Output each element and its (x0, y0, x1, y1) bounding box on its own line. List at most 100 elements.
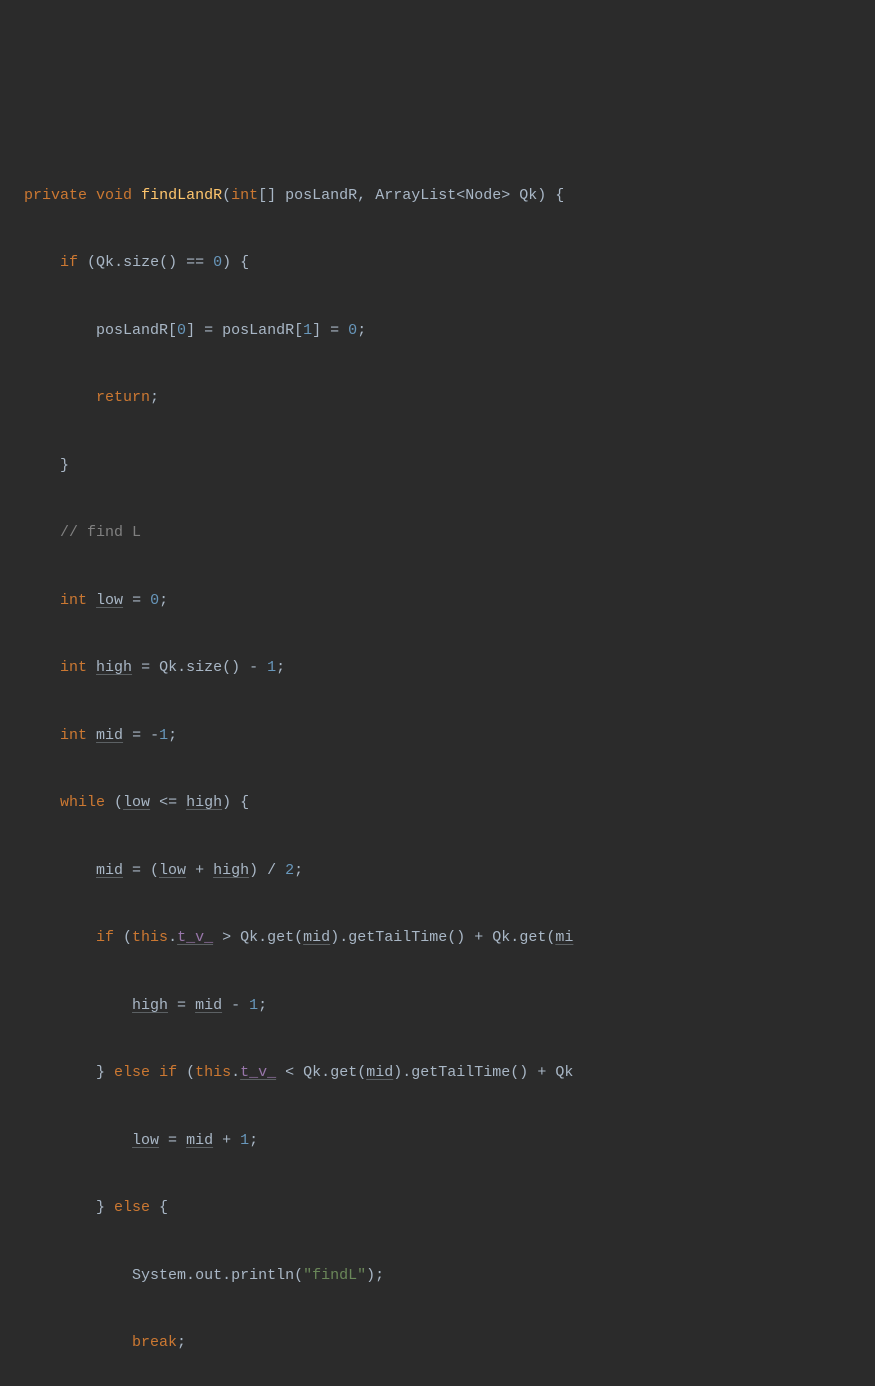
type-node: Node (465, 187, 501, 204)
close: ) { (537, 187, 564, 204)
code-line: while (low <= high) { (0, 786, 875, 820)
brace: } (96, 1064, 114, 1081)
bracket: [ (294, 322, 303, 339)
semi: ; (177, 1334, 186, 1351)
parens: () (222, 659, 240, 676)
class-system: System (132, 1267, 186, 1284)
var-qk-partial: Qk (555, 1064, 573, 1081)
var-mid-partial: mi (555, 929, 573, 946)
type-arraylist: ArrayList (375, 187, 456, 204)
paren: ( (105, 794, 123, 811)
plus: + (528, 1064, 555, 1081)
number: 0 (213, 254, 222, 271)
method-size: size (186, 659, 222, 676)
code-line: mid = (low + high) / 2; (0, 854, 875, 888)
brace: } (96, 1199, 114, 1216)
code-line: } (0, 449, 875, 483)
var-low: low (96, 592, 123, 609)
dot: . (258, 929, 267, 946)
assign: = (321, 322, 348, 339)
dot: . (339, 929, 348, 946)
method-get: get (267, 929, 294, 946)
semi: ; (294, 862, 303, 879)
type-int: int (231, 187, 258, 204)
number: 1 (159, 727, 168, 744)
comment: // find L (60, 524, 141, 541)
semi: ; (159, 592, 168, 609)
var-mid: mid (303, 929, 330, 946)
param-name: posLandR (285, 187, 357, 204)
string-literal: "findL" (303, 1267, 366, 1284)
dot: . (321, 1064, 330, 1081)
lt: < (456, 187, 465, 204)
code-line: private void findLandR(int[] posLandR, A… (0, 179, 875, 213)
dot: . (114, 254, 123, 271)
space (150, 1064, 159, 1081)
var-high: high (213, 862, 249, 879)
brace: } (60, 457, 69, 474)
code-line: } else { (0, 1191, 875, 1225)
code-line: return; (0, 381, 875, 415)
code-line: posLandR[0] = posLandR[1] = 0; (0, 314, 875, 348)
gt-op: > (213, 929, 240, 946)
keyword-int: int (60, 727, 87, 744)
method-get: get (330, 1064, 357, 1081)
paren: ( (294, 1267, 303, 1284)
keyword-int: int (60, 592, 87, 609)
field-tv: t_v_ (177, 929, 213, 946)
paren: ( (114, 929, 132, 946)
gt: > (501, 187, 510, 204)
var-high: high (186, 794, 222, 811)
number: 1 (240, 1132, 249, 1149)
minus: - (240, 659, 267, 676)
var-low: low (132, 1132, 159, 1149)
keyword-if: if (159, 1064, 177, 1081)
semi: ; (168, 727, 177, 744)
eq-op: == (177, 254, 213, 271)
paren: ( (357, 1064, 366, 1081)
number: 1 (267, 659, 276, 676)
semi: ; (276, 659, 285, 676)
assign: = (159, 1132, 186, 1149)
keyword-else: else (114, 1064, 150, 1081)
paren: ) (393, 1064, 402, 1081)
dot: . (222, 1267, 231, 1284)
number: 0 (177, 322, 186, 339)
var-low: low (159, 862, 186, 879)
number: 2 (285, 862, 294, 879)
var-low: low (123, 794, 150, 811)
code-line: low = mid + 1; (0, 1124, 875, 1158)
parens: () (159, 254, 177, 271)
assign: = ( (123, 862, 159, 879)
keyword-void: void (96, 187, 132, 204)
keyword-else: else (114, 1199, 150, 1216)
bracket: [ (168, 322, 177, 339)
number: 1 (249, 997, 258, 1014)
var-high: high (132, 997, 168, 1014)
param-name: Qk (519, 187, 537, 204)
close: ) { (222, 794, 249, 811)
field-tv: t_v_ (240, 1064, 276, 1081)
var-qk: Qk (159, 659, 177, 676)
method-name: findLandR (141, 187, 222, 204)
semi: ; (375, 1267, 384, 1284)
plus: + (186, 862, 213, 879)
keyword-private: private (24, 187, 87, 204)
code-editor[interactable]: private void findLandR(int[] posLandR, A… (0, 145, 875, 1386)
dot: . (231, 1064, 240, 1081)
bracket: ] (312, 322, 321, 339)
parens: () (510, 1064, 528, 1081)
number: 1 (303, 322, 312, 339)
le-op: <= (150, 794, 186, 811)
brackets: [] (258, 187, 276, 204)
code-line: if (this.t_v_ > Qk.get(mid).getTailTime(… (0, 921, 875, 955)
semi: ; (357, 322, 366, 339)
parens: () (447, 929, 465, 946)
keyword-this: this (195, 1064, 231, 1081)
method-size: size (123, 254, 159, 271)
paren: ( (222, 187, 231, 204)
dot: . (186, 1267, 195, 1284)
keyword-return: return (96, 389, 150, 406)
number: 0 (150, 592, 159, 609)
keyword-break: break (132, 1334, 177, 1351)
